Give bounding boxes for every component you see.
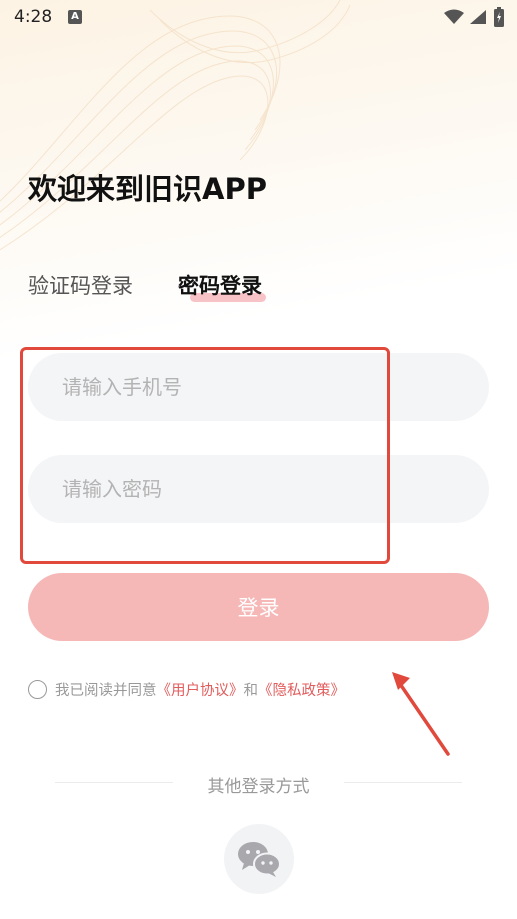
annotation-arrow-icon	[392, 672, 450, 756]
background-decoration	[0, 0, 351, 251]
agreement-checkbox[interactable]	[28, 679, 47, 699]
user-agreement-link[interactable]: 《用户协议》	[157, 679, 244, 700]
battery-icon	[494, 7, 504, 27]
wifi-icon	[444, 9, 464, 24]
login-button[interactable]: 登录	[28, 573, 489, 641]
agreement-prefix: 我已阅读并同意	[55, 682, 157, 699]
other-login-label: 其他登录方式	[207, 777, 310, 797]
phone-input[interactable]	[28, 353, 489, 421]
tab-password-login[interactable]: 密码登录	[178, 270, 262, 300]
page-title: 欢迎来到旧识APP	[28, 172, 267, 206]
tab-password-login-label: 密码登录	[178, 274, 262, 298]
wechat-login-button[interactable]	[224, 824, 294, 894]
privacy-policy-link[interactable]: 《隐私政策》	[258, 679, 345, 700]
wechat-icon	[238, 842, 281, 877]
divider-right	[344, 782, 462, 783]
signal-icon	[470, 10, 486, 24]
password-input[interactable]	[28, 455, 489, 523]
status-time: 4:28	[14, 7, 53, 27]
tab-sms-login[interactable]: 验证码登录	[28, 270, 133, 300]
agreement-and: 和	[243, 682, 259, 699]
tab-sms-login-label: 验证码登录	[28, 274, 133, 298]
notification-icon: A	[68, 10, 82, 24]
agreement-row: 我已阅读并同意 《用户协议》 和 《隐私政策》	[28, 677, 345, 701]
status-bar: 4:28 A	[0, 0, 517, 38]
